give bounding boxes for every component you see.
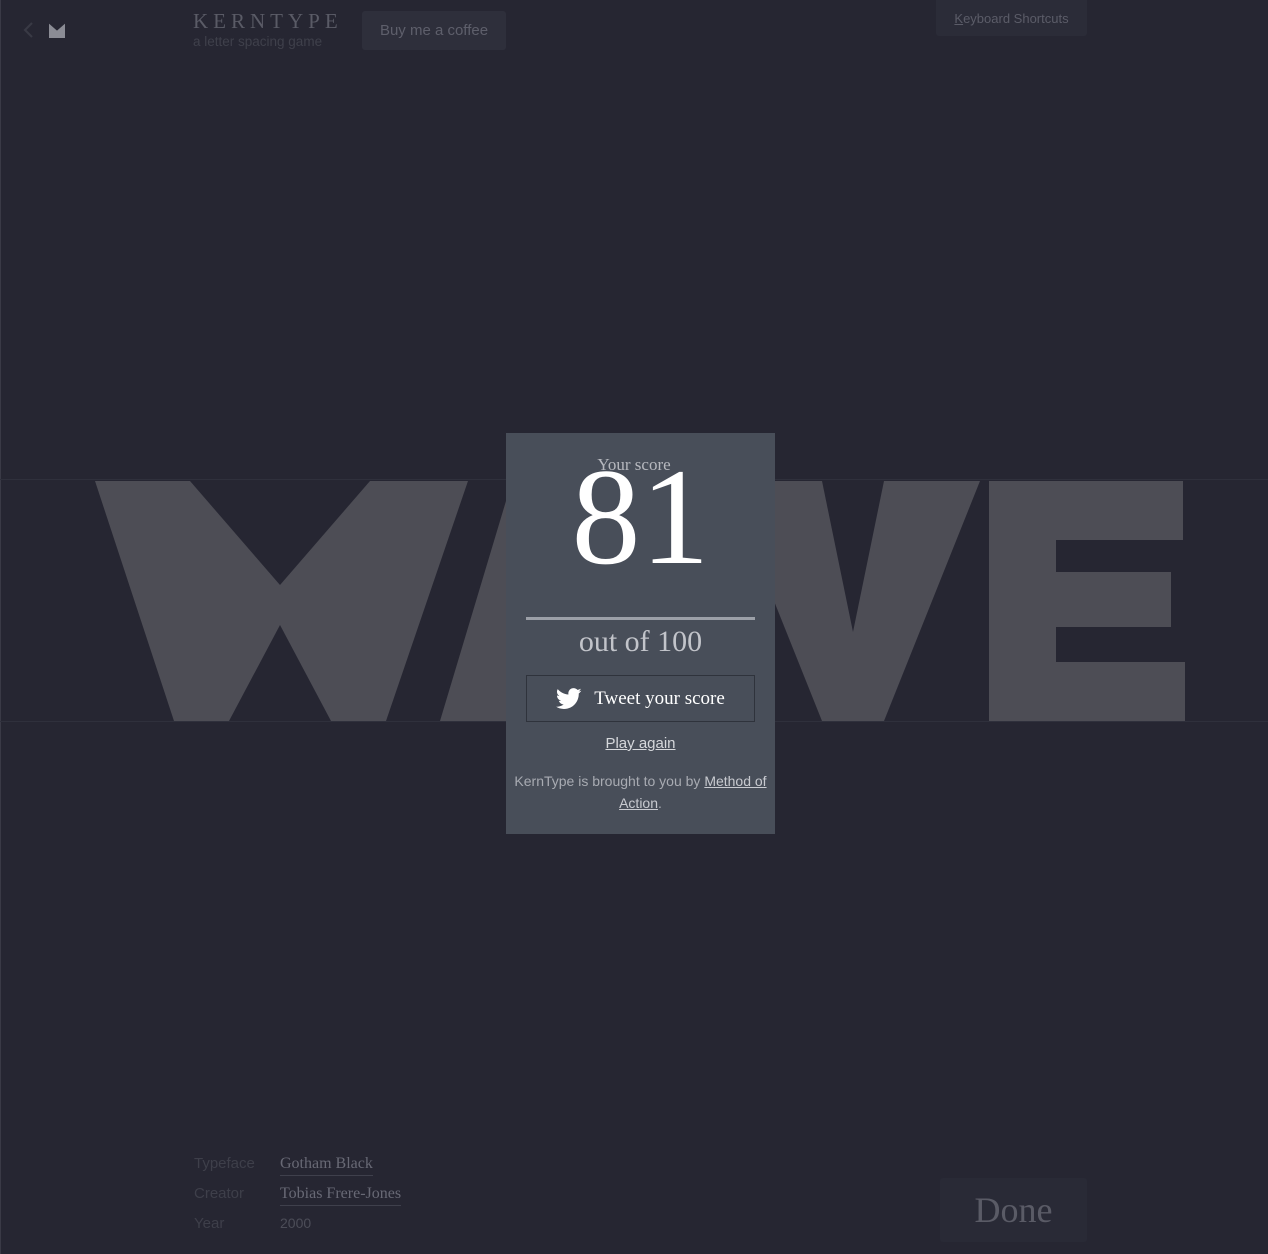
twitter-bird-icon [556, 687, 582, 709]
score-out-of: out of 100 [578, 625, 703, 658]
letter-w[interactable] [95, 481, 468, 721]
typeface-value[interactable]: Gotham Black [280, 1155, 373, 1176]
credit-suffix: . [658, 795, 662, 811]
done-button[interactable]: Done [940, 1178, 1087, 1242]
letter-e[interactable] [989, 481, 1185, 721]
year-label: Year [194, 1215, 225, 1232]
credit-text: KernType is brought to you by Method of … [506, 770, 775, 814]
year-value: 2000 [280, 1215, 312, 1231]
typeface-label: Typeface [194, 1155, 255, 1172]
score-divider [526, 617, 755, 620]
creator-label: Creator [194, 1185, 245, 1202]
score-value: 81 [571, 440, 710, 593]
creator-value[interactable]: Tobias Frere-Jones [280, 1185, 402, 1206]
play-again-link[interactable]: Play again [506, 735, 775, 752]
credit-prefix: KernType is brought to you by [514, 773, 705, 789]
tweet-score-button[interactable]: Tweet your score [526, 675, 755, 722]
tweet-score-label: Tweet your score [594, 687, 725, 709]
